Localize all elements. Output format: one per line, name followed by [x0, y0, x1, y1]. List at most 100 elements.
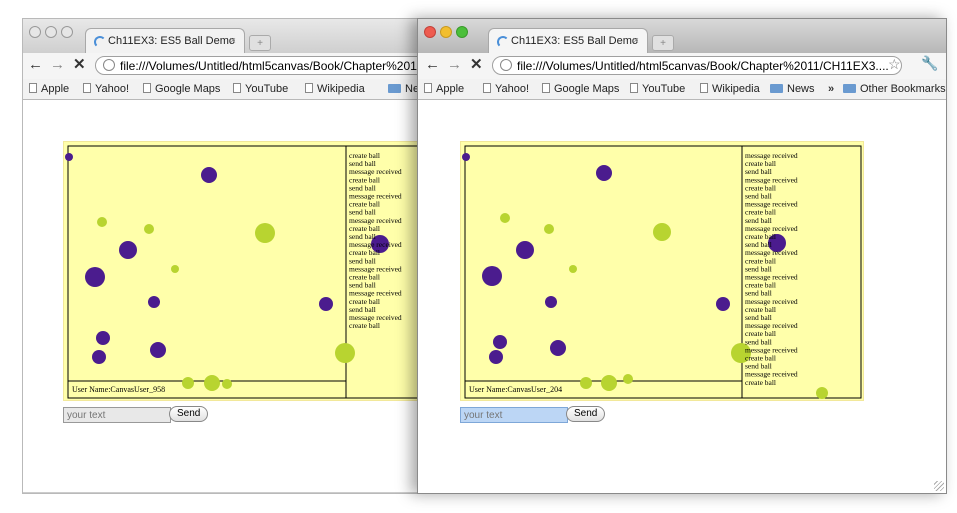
title-bar[interactable]: Ch11EX3: ES5 Ball Demo × + [418, 19, 946, 53]
bookmark-youtube[interactable]: YouTube [233, 79, 288, 99]
bookmark-youtube[interactable]: YouTube [630, 79, 685, 99]
bookmark-star-icon[interactable]: ☆ [888, 56, 901, 73]
green-ball [580, 377, 592, 389]
url-text: file:///Volumes/Untitled/html5canvas/Boo… [120, 59, 423, 73]
tab-title: Ch11EX3: ES5 Ball Demo [511, 35, 638, 47]
green-ball [500, 213, 510, 223]
canvas-drawing: User Name:CanvasUser_204 message receive… [462, 145, 862, 399]
loading-spinner-icon [497, 36, 509, 48]
message-log: message receivedcreate ballsend ballmess… [745, 151, 798, 387]
stop-button[interactable]: ✕ [73, 56, 86, 74]
other-bookmarks[interactable]: Other Bookmarks [843, 79, 946, 99]
chat-composer: Send [63, 406, 263, 424]
back-button[interactable]: ← [425, 56, 440, 74]
browser-tab[interactable]: Ch11EX3: ES5 Ball Demo × [85, 28, 245, 53]
green-ball [816, 387, 828, 399]
bookmark-apple[interactable]: Apple [424, 79, 464, 99]
bookmark-google-maps[interactable]: Google Maps [143, 79, 220, 99]
bookmark-wikipedia[interactable]: Wikipedia [700, 79, 760, 99]
message-input[interactable] [460, 407, 568, 423]
page-icon [103, 59, 115, 71]
green-ball [97, 217, 107, 227]
forward-button[interactable]: → [447, 56, 462, 74]
purple-ball [201, 167, 217, 183]
browser-window-2: Ch11EX3: ES5 Ball Demo × + ← → ✕ file://… [417, 18, 947, 494]
wrench-icon[interactable]: 🔧 [921, 55, 938, 72]
bookmark-yahoo[interactable]: Yahoo! [83, 79, 129, 99]
window-controls [29, 25, 77, 43]
green-ball [623, 374, 633, 384]
green-ball [204, 375, 220, 391]
green-ball [222, 379, 232, 389]
close-window-button[interactable] [29, 26, 41, 38]
user-name-label: User Name:CanvasUser_958 [72, 385, 165, 394]
purple-ball [462, 153, 470, 161]
minimize-window-button[interactable] [440, 26, 452, 38]
canvas-border [464, 145, 862, 399]
green-ball [601, 375, 617, 391]
page-icon [83, 83, 91, 93]
send-button[interactable]: Send [566, 406, 606, 422]
page-icon [29, 83, 37, 93]
page-icon [630, 83, 638, 93]
purple-ball [96, 331, 110, 345]
page-icon [143, 83, 151, 93]
bookmarks-bar: Apple Yahoo! Google Maps YouTube Wikiped… [23, 79, 463, 100]
purple-ball [148, 296, 160, 308]
purple-ball [596, 165, 612, 181]
send-button[interactable]: Send [169, 406, 209, 422]
minimize-window-button[interactable] [45, 26, 57, 38]
new-tab-button[interactable]: + [249, 35, 271, 51]
purple-ball [550, 340, 566, 356]
zoom-window-button[interactable] [456, 26, 468, 38]
address-bar[interactable]: file:///Volumes/Untitled/html5canvas/Boo… [492, 56, 902, 75]
bookmark-yahoo[interactable]: Yahoo! [483, 79, 529, 99]
tab-close-icon[interactable]: × [230, 29, 236, 54]
message-input[interactable] [63, 407, 171, 423]
canvas-border [67, 145, 463, 399]
purple-ball [493, 335, 507, 349]
purple-ball [65, 153, 73, 161]
back-button[interactable]: ← [28, 56, 43, 74]
navigation-toolbar: ← → ✕ file:///Volumes/Untitled/html5canv… [418, 53, 946, 79]
bookmark-google-maps[interactable]: Google Maps [542, 79, 619, 99]
green-ball [653, 223, 671, 241]
bookmark-apple[interactable]: Apple [29, 79, 69, 99]
title-bar[interactable]: Ch11EX3: ES5 Ball Demo × + [23, 19, 463, 53]
purple-ball [516, 241, 534, 259]
bookmarks-bar: Apple Yahoo! Google Maps YouTube Wikiped… [418, 79, 946, 100]
bookmark-wikipedia[interactable]: Wikipedia [305, 79, 365, 99]
tab-close-icon[interactable]: × [633, 29, 639, 54]
purple-ball [119, 241, 137, 259]
window-controls [424, 25, 472, 43]
zoom-window-button[interactable] [61, 26, 73, 38]
browser-window-1: Ch11EX3: ES5 Ball Demo × + ← → ✕ file://… [22, 18, 464, 494]
log-line: create ball [349, 321, 380, 330]
resize-grip[interactable] [934, 481, 944, 491]
user-name-label: User Name:CanvasUser_204 [469, 385, 562, 394]
page-icon [424, 83, 432, 93]
green-ball [569, 265, 577, 273]
page-content: User Name:CanvasUser_958 create ball send… [23, 100, 463, 493]
log-line: create ball [745, 378, 776, 387]
navigation-toolbar: ← → ✕ file:///Volumes/Untitled/html5canv… [23, 53, 463, 79]
more-bookmarks-chevron[interactable]: » [828, 79, 834, 99]
forward-button[interactable]: → [50, 56, 65, 74]
page-icon [500, 59, 512, 71]
close-window-button[interactable] [424, 26, 436, 38]
bookmark-news[interactable]: News [770, 79, 815, 99]
ball-canvas[interactable]: User Name:CanvasUser_958 create ball send… [63, 141, 463, 401]
message-log: create ballsend ballmessage receivedcrea… [349, 151, 402, 330]
loading-spinner-icon [94, 36, 106, 48]
green-ball [144, 224, 154, 234]
green-ball [255, 223, 275, 243]
new-tab-button[interactable]: + [652, 35, 674, 51]
purple-ball [150, 342, 166, 358]
browser-tab[interactable]: Ch11EX3: ES5 Ball Demo × [488, 28, 648, 53]
ball-canvas[interactable]: User Name:CanvasUser_204 message receive… [460, 141, 864, 401]
green-ball [182, 377, 194, 389]
address-bar[interactable]: file:///Volumes/Untitled/html5canvas/Boo… [95, 56, 463, 75]
green-ball [544, 224, 554, 234]
folder-icon [770, 84, 783, 93]
stop-button[interactable]: ✕ [470, 56, 483, 74]
